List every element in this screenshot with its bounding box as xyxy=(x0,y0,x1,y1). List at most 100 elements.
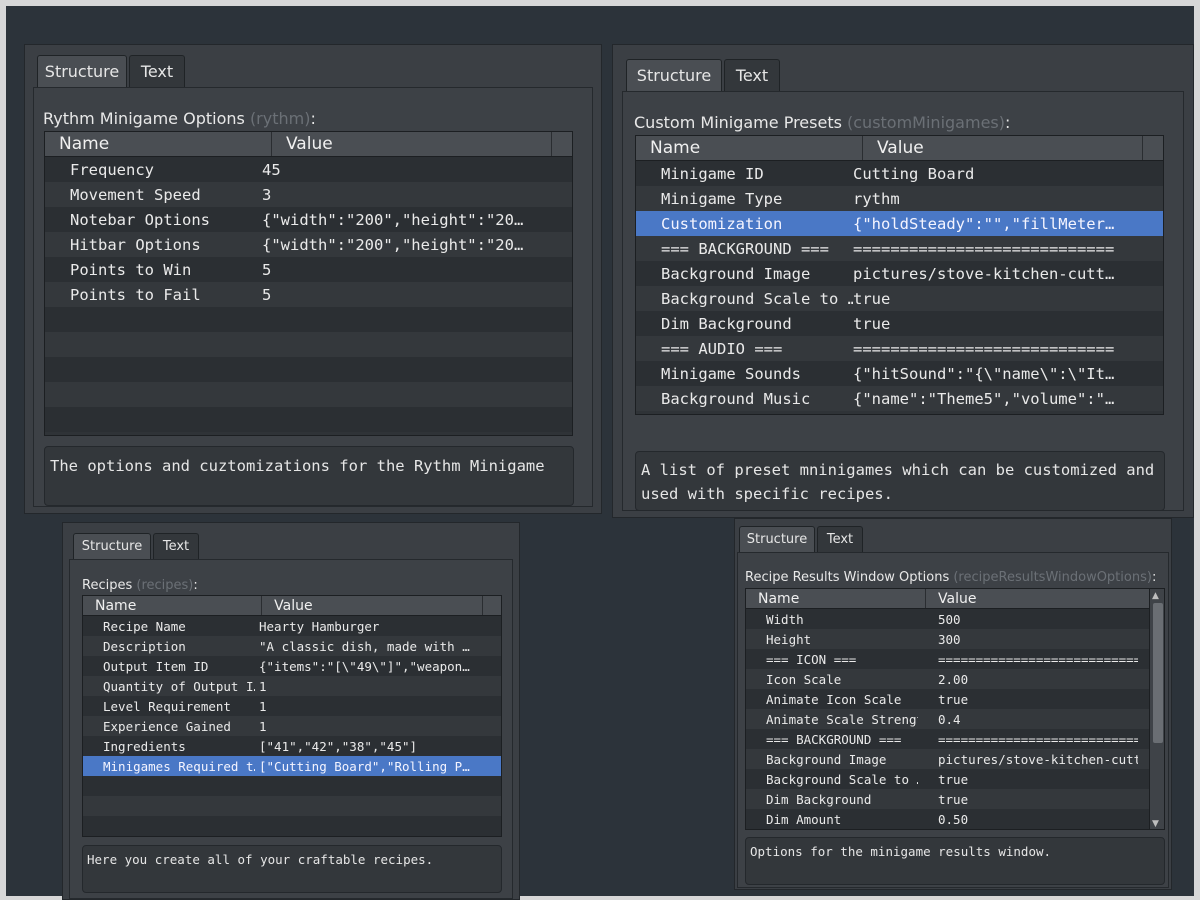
scroll-down-icon[interactable]: ▼ xyxy=(1152,819,1159,829)
col-name-header[interactable]: Name xyxy=(636,136,863,160)
table-row-selected[interactable]: Minigames Required t… ["Cutting Board","R… xyxy=(83,756,501,776)
row-value: ["41","42","38","45"] xyxy=(259,738,418,754)
row-value: 5 xyxy=(262,260,272,279)
col-value-header[interactable]: Value xyxy=(926,589,1149,608)
description-box: Options for the minigame results window. xyxy=(745,837,1165,885)
tab-text[interactable]: Text xyxy=(724,59,780,91)
col-name-header[interactable]: Name xyxy=(83,596,263,615)
scroll-up-icon[interactable]: ▲ xyxy=(1152,591,1159,601)
row-name: Background Scale to … xyxy=(661,289,853,308)
row-name: Ingredients xyxy=(103,738,186,754)
empty-row xyxy=(83,776,501,796)
row-value: true xyxy=(853,314,891,333)
col-value-header[interactable]: Value xyxy=(272,132,552,156)
canvas: Structure Text Rythm Minigame Options (r… xyxy=(6,6,1194,900)
table-row[interactable]: Background Image pictures/stove-kitchen-c… xyxy=(636,261,1163,286)
tab-structure[interactable]: Structure xyxy=(37,55,127,87)
custom-table[interactable]: Name Value Minigame ID Cutting Board Mini… xyxy=(635,135,1164,415)
row-value: {"hitSound":"{\"name\":\"It… xyxy=(853,364,1115,383)
row-value: Hearty Hamburger xyxy=(259,618,380,634)
table-row[interactable]: Notebar Options {"width":"200","height":"… xyxy=(45,207,572,232)
empty-row xyxy=(45,407,572,432)
table-row[interactable]: Minigame Sounds {"hitSound":"{\"name\":\"… xyxy=(636,361,1163,386)
table-row[interactable]: Output Item ID {"items":"[\"49\"]","weapo… xyxy=(83,656,501,676)
table-row[interactable]: Dim Amount 0.50 xyxy=(746,809,1149,829)
rythm-table[interactable]: Name Value Frequency 45 Movement Speed 3 N… xyxy=(44,131,573,436)
col-value-header[interactable]: Value xyxy=(262,596,484,615)
col-filler-header xyxy=(1143,136,1163,160)
row-value: ============================ xyxy=(853,339,1115,358)
table-row[interactable]: === BACKGROUND === ======================… xyxy=(636,236,1163,261)
row-name: Minigame Sounds xyxy=(661,364,801,383)
row-value: 45 xyxy=(262,160,281,179)
table-row[interactable]: Movement Speed 3 xyxy=(45,182,572,207)
tab-structure[interactable]: Structure xyxy=(739,526,815,552)
table-row[interactable]: Width 500 xyxy=(746,609,1149,629)
row-name: Notebar Options xyxy=(70,210,210,229)
table-row[interactable]: === BACKGROUND === ======================… xyxy=(746,729,1149,749)
table-row[interactable]: Experience Gained 1 xyxy=(83,716,501,736)
row-value: true xyxy=(938,771,969,787)
empty-row xyxy=(45,332,572,357)
col-name-header[interactable]: Name xyxy=(45,132,272,156)
row-name: Output Item ID xyxy=(103,658,209,674)
row-value: Cutting Board xyxy=(853,164,975,183)
table-row[interactable]: Background Image pictures/stove-kitchen-c… xyxy=(746,749,1149,769)
table-row[interactable]: Height 300 xyxy=(746,629,1149,649)
recipes-table[interactable]: Name Value Recipe Name Hearty Hamburger D… xyxy=(82,595,502,837)
table-row[interactable]: Minigame ID Cutting Board xyxy=(636,161,1163,186)
table-row[interactable]: Points to Fail 5 xyxy=(45,282,572,307)
col-value-header[interactable]: Value xyxy=(863,136,1143,160)
row-name: === BACKGROUND === xyxy=(661,239,829,258)
table-row[interactable]: Hitbar Options {"width":"200","height":"2… xyxy=(45,232,572,257)
table-row[interactable]: Description "A classic dish, made with … xyxy=(83,636,501,656)
tab-text[interactable]: Text xyxy=(153,533,199,559)
tab-structure[interactable]: Structure xyxy=(73,533,151,559)
empty-row xyxy=(45,357,572,382)
row-value: {"width":"200","height":"20… xyxy=(262,210,524,229)
recipes-rows: Recipe Name Hearty Hamburger Description "… xyxy=(83,616,501,836)
row-value: "A classic dish, made with … xyxy=(259,638,470,654)
table-row[interactable]: Recipe Name Hearty Hamburger xyxy=(83,616,501,636)
table-row[interactable]: Background Scale to … true xyxy=(746,769,1149,789)
row-name: Background Music xyxy=(661,389,811,408)
empty-row xyxy=(45,307,572,332)
table-row[interactable]: Frequency 45 xyxy=(45,157,572,182)
table-row[interactable]: Dim Background true xyxy=(636,311,1163,336)
row-name: Experience Gained xyxy=(103,718,231,734)
row-value: =========================== xyxy=(938,731,1138,747)
empty-row xyxy=(45,382,572,407)
table-row-selected[interactable]: Customization {"holdSteady":"","fillMeter… xyxy=(636,211,1163,236)
table-row[interactable]: Background Scale to … true xyxy=(636,286,1163,311)
row-name: Icon Scale xyxy=(766,671,842,687)
row-name: Customization xyxy=(661,214,783,233)
section-colon: : xyxy=(193,578,198,593)
row-value: 1 xyxy=(259,718,267,734)
table-row[interactable]: Points to Win 5 xyxy=(45,257,572,282)
table-row[interactable]: === AUDIO === ===========================… xyxy=(636,336,1163,361)
row-name: Height xyxy=(766,631,812,647)
tab-text[interactable]: Text xyxy=(817,526,863,552)
row-value: 0.50 xyxy=(938,811,969,827)
vertical-scrollbar[interactable]: ▲ ▼ xyxy=(1149,589,1164,829)
custom-panel: Structure Text Custom Minigame Presets (… xyxy=(612,44,1194,518)
table-row[interactable]: === ICON === =========================== xyxy=(746,649,1149,669)
tab-text[interactable]: Text xyxy=(129,55,185,87)
col-name-header[interactable]: Name xyxy=(746,589,926,608)
rythm-rows: Frequency 45 Movement Speed 3 Notebar Opti… xyxy=(45,157,572,432)
table-row[interactable]: Animate Icon Scale true xyxy=(746,689,1149,709)
table-row[interactable]: Level Requirement 1 xyxy=(83,696,501,716)
table-row[interactable]: Icon Scale 2.00 xyxy=(746,669,1149,689)
row-value: pictures/stove-kitchen-cutt… xyxy=(853,264,1115,283)
table-row[interactable]: Minigame Type rythm xyxy=(636,186,1163,211)
table-row[interactable]: Ingredients ["41","42","38","45"] xyxy=(83,736,501,756)
table-row[interactable]: Animate Scale Strength 0.4 xyxy=(746,709,1149,729)
scrollbar-thumb[interactable] xyxy=(1153,603,1163,743)
table-header: Name Value xyxy=(83,596,501,616)
row-name: Dim Background xyxy=(766,791,872,807)
table-row[interactable]: Background Music {"name":"Theme5","volume… xyxy=(636,386,1163,411)
table-row[interactable]: Quantity of Output I… 1 xyxy=(83,676,501,696)
tab-structure[interactable]: Structure xyxy=(626,59,722,91)
results-table[interactable]: Name Value Width 500 Height 300 === ICON =… xyxy=(745,588,1165,830)
table-row[interactable]: Dim Background true xyxy=(746,789,1149,809)
